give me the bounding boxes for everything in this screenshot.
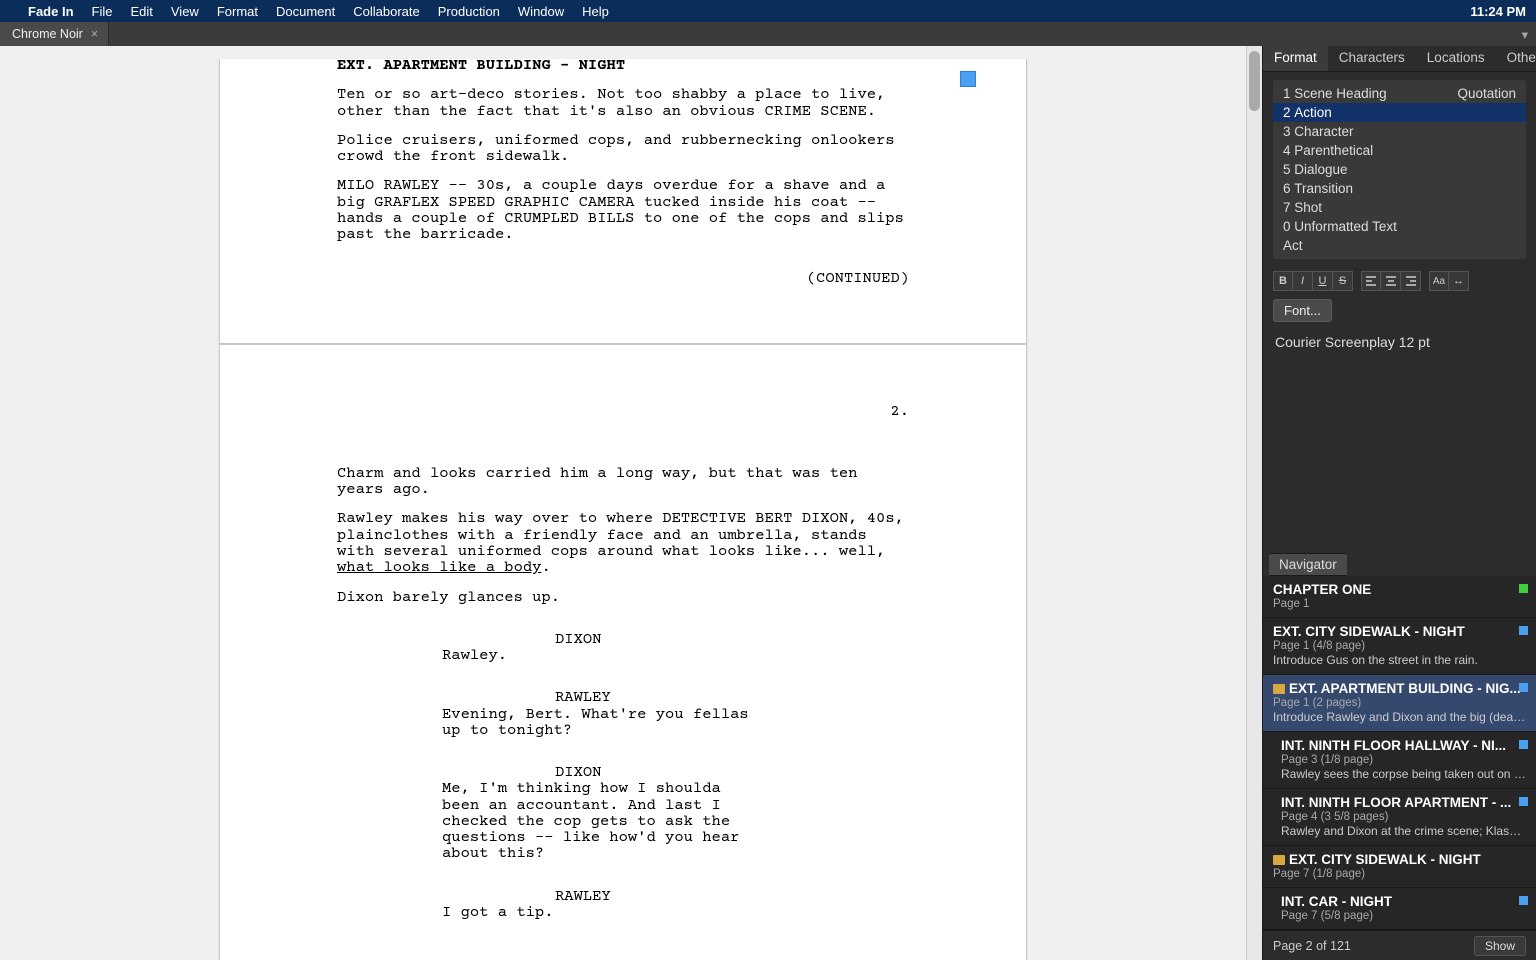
action-paragraph[interactable]: Ten or so art-deco stories. Not too shab…: [337, 88, 909, 121]
document-tabbar: Chrome Noir × ▾: [0, 22, 1536, 46]
format-item-dialogue[interactable]: 5 Dialogue: [1273, 160, 1526, 179]
format-item-unformatted[interactable]: 0 Unformatted Text: [1273, 217, 1526, 236]
spacing-button[interactable]: ↔: [1449, 271, 1469, 291]
action-paragraph[interactable]: Rawley makes his way over to where DETEC…: [337, 512, 909, 577]
align-center-button[interactable]: [1381, 271, 1401, 291]
case-button[interactable]: Aa: [1429, 271, 1449, 291]
color-tag-icon: [1519, 683, 1528, 692]
nav-item-scene[interactable]: INT. NINTH FLOOR HALLWAY - NI... Page 3 …: [1263, 732, 1536, 789]
menu-edit[interactable]: Edit: [130, 4, 152, 19]
color-tag-icon: [1519, 896, 1528, 905]
editor-scrollbar[interactable]: [1246, 46, 1262, 960]
action-paragraph[interactable]: Police cruisers, uniformed cops, and rub…: [337, 134, 909, 167]
menu-production[interactable]: Production: [438, 4, 500, 19]
color-tag-icon: [1519, 626, 1528, 635]
close-icon[interactable]: ×: [91, 27, 98, 41]
menu-window[interactable]: Window: [518, 4, 564, 19]
folder-icon: [1273, 855, 1285, 865]
character-cue[interactable]: DIXON: [555, 633, 909, 649]
app-name[interactable]: Fade In: [28, 4, 74, 19]
format-item-parenthetical[interactable]: 4 Parenthetical: [1273, 141, 1526, 160]
format-item-shot[interactable]: 7 Shot: [1273, 198, 1526, 217]
format-item-act[interactable]: Act: [1273, 236, 1526, 255]
navigator-title: Navigator: [1269, 553, 1347, 576]
nav-item-scene[interactable]: EXT. CITY SIDEWALK - NIGHT Page 1 (4/8 p…: [1263, 618, 1536, 675]
editor-area: EXT. APARTMENT BUILDING - NIGHT Ten or s…: [0, 46, 1262, 960]
menu-help[interactable]: Help: [582, 4, 609, 19]
nav-item-scene[interactable]: INT. NINTH FLOOR APARTMENT - ... Page 4 …: [1263, 789, 1536, 846]
dialogue[interactable]: Evening, Bert. What're you fellas up to …: [442, 708, 749, 741]
tab-title: Chrome Noir: [12, 27, 83, 41]
menu-collaborate[interactable]: Collaborate: [353, 4, 420, 19]
tab-characters[interactable]: Characters: [1328, 46, 1416, 71]
editor-scroll[interactable]: EXT. APARTMENT BUILDING - NIGHT Ten or s…: [0, 46, 1246, 960]
format-toolbar: B I U S Aa ↔: [1263, 267, 1536, 299]
character-cue[interactable]: RAWLEY: [555, 890, 909, 906]
nav-item-scene[interactable]: EXT. CITY SIDEWALK - NIGHT Page 7 (1/8 p…: [1263, 846, 1536, 888]
menu-file[interactable]: File: [92, 4, 113, 19]
action-paragraph[interactable]: Dixon barely glances up.: [337, 591, 909, 607]
show-button[interactable]: Show: [1474, 936, 1526, 956]
document-tab[interactable]: Chrome Noir ×: [0, 22, 109, 46]
navigator-statusbar: Page 2 of 121 Show: [1263, 930, 1536, 960]
character-cue[interactable]: RAWLEY: [555, 691, 909, 707]
format-item-transition[interactable]: 6 Transition: [1273, 179, 1526, 198]
nav-item-scene[interactable]: INT. CAR - NIGHT Page 7 (5/8 page): [1263, 888, 1536, 930]
tab-format[interactable]: Format: [1263, 46, 1328, 71]
tab-other[interactable]: Other: [1496, 46, 1536, 71]
nav-item-scene[interactable]: EXT. APARTMENT BUILDING - NIG... Page 1 …: [1263, 675, 1536, 732]
menu-format[interactable]: Format: [217, 4, 258, 19]
clock: 11:24 PM: [1470, 4, 1526, 19]
dialogue[interactable]: I got a tip.: [442, 906, 749, 922]
color-tag-icon: [1519, 740, 1528, 749]
font-description: Courier Screenplay 12 pt: [1263, 330, 1536, 358]
page-status: Page 2 of 121: [1273, 939, 1351, 953]
action-paragraph[interactable]: MILO RAWLEY -- 30s, a couple days overdu…: [337, 179, 909, 244]
sidebar-tabs: Format Characters Locations Other: [1263, 46, 1536, 72]
tab-locations[interactable]: Locations: [1416, 46, 1496, 71]
strike-button[interactable]: S: [1333, 271, 1353, 291]
scene-color-tag[interactable]: [960, 71, 976, 87]
navigator-list[interactable]: CHAPTER ONE Page 1 EXT. CITY SIDEWALK - …: [1263, 576, 1536, 930]
format-item-character[interactable]: 3 Character: [1273, 122, 1526, 141]
sidebar: Format Characters Locations Other 1 Scen…: [1262, 46, 1536, 960]
menu-view[interactable]: View: [171, 4, 199, 19]
font-button[interactable]: Font...: [1273, 299, 1332, 322]
folder-icon: [1273, 684, 1285, 694]
scrollbar-thumb[interactable]: [1249, 51, 1260, 111]
macos-menubar: Fade In File Edit View Format Document C…: [0, 0, 1536, 22]
align-left-button[interactable]: [1361, 271, 1381, 291]
nav-item-chapter[interactable]: CHAPTER ONE Page 1: [1263, 576, 1536, 618]
underline-button[interactable]: U: [1313, 271, 1333, 291]
character-cue[interactable]: DIXON: [555, 766, 909, 782]
continued-marker: (CONTINUED): [337, 272, 909, 288]
bold-button[interactable]: B: [1273, 271, 1293, 291]
dialogue[interactable]: Me, I'm thinking how I shoulda been an a…: [442, 782, 749, 863]
format-item-quotation[interactable]: Quotation: [1457, 86, 1516, 101]
action-paragraph[interactable]: Charm and looks carried him a long way, …: [337, 467, 909, 500]
dialogue[interactable]: Rawley.: [442, 649, 749, 665]
format-element-list: 1 Scene HeadingQuotation 2 Action 3 Char…: [1273, 80, 1526, 259]
align-right-button[interactable]: [1401, 271, 1421, 291]
menu-document[interactable]: Document: [276, 4, 335, 19]
color-tag-icon: [1519, 797, 1528, 806]
page-number: 2.: [337, 405, 909, 421]
format-item-action[interactable]: 2 Action: [1273, 103, 1526, 122]
scene-heading[interactable]: EXT. APARTMENT BUILDING - NIGHT: [337, 59, 909, 75]
chevron-down-icon[interactable]: ▾: [1514, 27, 1536, 42]
script-page-1[interactable]: EXT. APARTMENT BUILDING - NIGHT Ten or s…: [219, 59, 1027, 344]
script-page-2[interactable]: 2. Charm and looks carried him a long wa…: [219, 344, 1027, 960]
format-item-scene-heading[interactable]: 1 Scene HeadingQuotation: [1273, 84, 1526, 103]
italic-button[interactable]: I: [1293, 271, 1313, 291]
color-tag-icon: [1519, 584, 1528, 593]
